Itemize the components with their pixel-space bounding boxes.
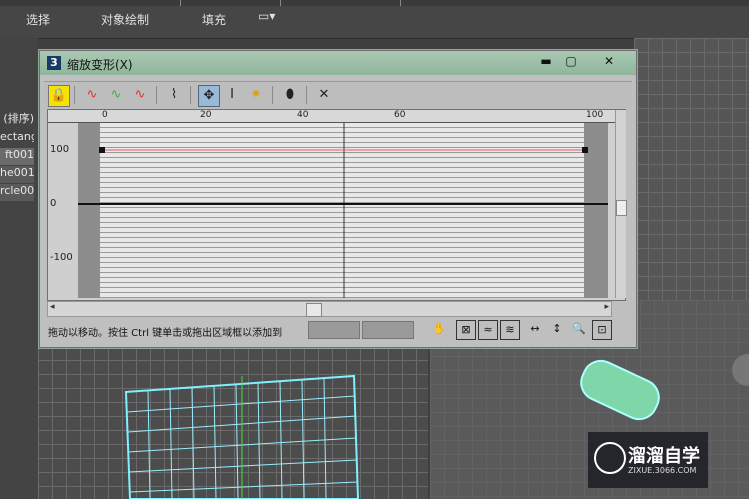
zoom-region-icon[interactable]: ⊡	[592, 320, 612, 340]
curve-layer	[78, 123, 608, 298]
horizontal-scrollbar[interactable]: ◂ ▸	[47, 301, 612, 317]
main-toolbar: 选择 对象绘制 填充 ▭▾	[0, 0, 749, 39]
divider	[272, 86, 273, 104]
divider	[190, 86, 191, 104]
arrow-right-icon[interactable]: ▸	[604, 302, 609, 312]
x-value-field[interactable]	[308, 321, 360, 339]
watermark-title: 溜溜自学	[628, 446, 700, 467]
curve-x-icon[interactable]: ∿	[82, 85, 102, 105]
horizontal-scroll-thumb[interactable]	[306, 303, 322, 317]
viewport-perspective-left[interactable]	[38, 346, 428, 499]
list-item[interactable]: he001	[0, 166, 34, 183]
eraser-icon[interactable]: ⬮	[280, 85, 300, 105]
minimize-icon[interactable]: ▬	[535, 53, 557, 69]
menu-object-paint[interactable]: 对象绘制	[101, 11, 149, 28]
divider	[74, 86, 75, 104]
chevron-down-icon[interactable]: ▭▾	[258, 9, 275, 23]
scale-deformation-dialog: 3 缩放变形(X) ▬ ▢ ✕ 🔒 ∿ ∿ ∿ ⌇ ✥ I ✷ ⬮ ✕ 0 20…	[39, 50, 637, 348]
vertical-scrollbar[interactable]	[615, 110, 627, 298]
zoom-horizontal-extents-icon[interactable]: ≈	[478, 320, 498, 340]
curve-xy-icon[interactable]: ∿	[130, 85, 150, 105]
y-label-minus-100: -100	[50, 252, 73, 263]
menu-fill[interactable]: 填充	[202, 11, 226, 28]
zoom-vertical-extents-icon[interactable]: ≋	[500, 320, 520, 340]
dialog-title: 缩放变形(X)	[67, 58, 133, 72]
deformation-graph[interactable]: 0 20 40 60 100 100 0 -100	[47, 109, 627, 301]
make-symmetrical-icon[interactable]: ⌇	[164, 85, 184, 105]
status-text: 拖动以移动。按住 Ctrl 键单击或拖出区域框以添加到	[48, 328, 283, 339]
y-value-field[interactable]	[362, 321, 414, 339]
loft-mesh	[124, 374, 360, 499]
app-icon: 3	[47, 56, 61, 70]
list-header[interactable]: (排序)	[0, 110, 34, 127]
menu-select[interactable]: 选择	[26, 11, 50, 28]
top-strip	[0, 0, 749, 6]
maximize-icon[interactable]: ▢	[560, 53, 582, 69]
pan-hand-icon[interactable]: ✋	[430, 320, 448, 338]
watermark-subtitle: ZIXUE.3066.COM	[628, 466, 697, 475]
control-point-start[interactable]	[99, 147, 105, 153]
list-item[interactable]: ft001	[0, 148, 34, 165]
y-label-100: 100	[50, 144, 70, 155]
divider	[306, 86, 307, 104]
play-icon	[594, 442, 626, 474]
zoom-horizontal-icon[interactable]: ↔	[526, 320, 544, 338]
divider	[400, 0, 401, 6]
viewport-top-right[interactable]	[634, 38, 749, 300]
scale-control-point-icon[interactable]: I	[222, 85, 242, 105]
dialog-toolbar: 🔒 ∿ ∿ ∿ ⌇ ✥ I ✷ ⬮ ✕	[44, 81, 632, 108]
divider	[180, 0, 181, 6]
y-label-0: 0	[50, 198, 57, 209]
insert-point-icon[interactable]: ✷	[246, 85, 266, 105]
curve-y-icon[interactable]: ∿	[106, 85, 126, 105]
close-icon[interactable]: ✕	[598, 53, 620, 69]
list-item[interactable]: rcle00	[0, 184, 34, 201]
divider	[280, 0, 281, 6]
dialog-titlebar[interactable]: 3 缩放变形(X) ▬ ▢ ✕	[40, 51, 636, 75]
move-control-point-icon[interactable]: ✥	[198, 85, 220, 107]
arrow-left-icon[interactable]: ◂	[50, 302, 55, 312]
zoom-icon[interactable]: 🔍	[570, 320, 588, 338]
zoom-extents-icon[interactable]: ⊠	[456, 320, 476, 340]
reset-curve-icon[interactable]: ✕	[314, 85, 334, 105]
dialog-statusbar: 拖动以移动。按住 Ctrl 键单击或拖出区域框以添加到 ✋ ⊠ ≈ ≋ ↔ ↕ …	[44, 319, 632, 341]
scene-explorer: (排序) ectang ft001 he001 rcle00	[0, 38, 38, 499]
vertical-scroll-thumb[interactable]	[616, 200, 627, 216]
watermark-logo: 溜溜自学 ZIXUE.3066.COM	[588, 432, 708, 488]
divider	[156, 86, 157, 104]
control-point-end[interactable]	[582, 147, 588, 153]
list-item[interactable]: ectang	[0, 130, 34, 147]
lock-icon[interactable]: 🔒	[48, 85, 70, 107]
zoom-vertical-icon[interactable]: ↕	[548, 320, 566, 338]
